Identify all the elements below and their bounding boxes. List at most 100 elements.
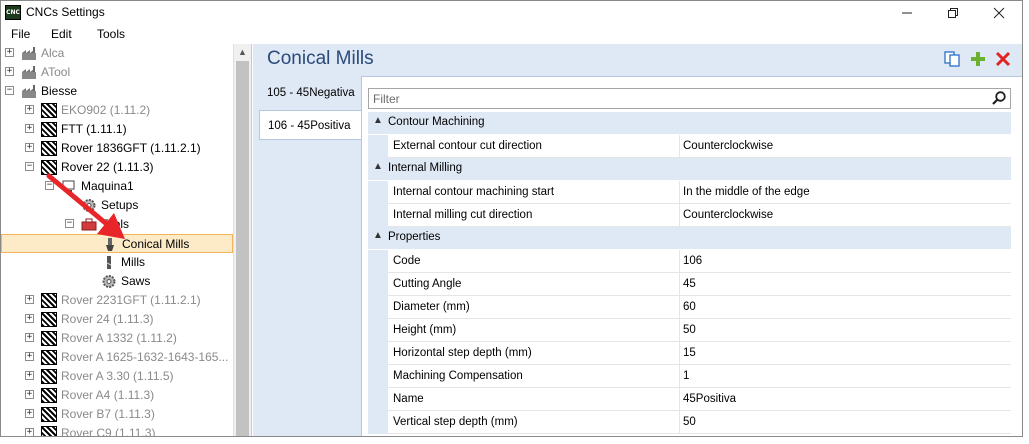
- minimize-icon: [902, 12, 912, 14]
- close-window-button[interactable]: [976, 1, 1022, 24]
- tree-item-label: Setups: [101, 198, 139, 212]
- tree-item-label: Rover C9 (1.11.3): [61, 426, 156, 437]
- property-name: Height (mm): [388, 319, 680, 342]
- scroll-up-icon[interactable]: ▲: [238, 47, 247, 57]
- expander-icon[interactable]: +: [25, 295, 34, 304]
- tree-item[interactable]: + Rover B7 (1.11.3): [1, 405, 233, 424]
- row-margin: [368, 342, 388, 365]
- minimize-button[interactable]: [884, 1, 930, 24]
- delete-button[interactable]: [994, 50, 1012, 68]
- expander-icon[interactable]: +: [5, 67, 14, 76]
- tree-item[interactable]: − Maquina1: [1, 177, 233, 196]
- property-row[interactable]: Height (mm) 50: [368, 319, 1011, 342]
- tree-item[interactable]: Setups: [1, 196, 233, 215]
- property-row[interactable]: Name 45Positiva: [368, 388, 1011, 411]
- expander-icon[interactable]: +: [25, 428, 34, 436]
- property-value[interactable]: 1: [680, 365, 1011, 388]
- menu-file[interactable]: File: [11, 27, 30, 41]
- copy-button[interactable]: [943, 50, 961, 68]
- tree-item[interactable]: + Rover A 3.30 (1.11.5): [1, 367, 233, 386]
- property-row[interactable]: Internal contour machining start In the m…: [368, 181, 1011, 204]
- property-row[interactable]: External contour cut direction Counterclo…: [368, 135, 1011, 158]
- filter-input[interactable]: [369, 89, 969, 108]
- expander-icon[interactable]: +: [25, 371, 34, 380]
- row-margin: [368, 388, 388, 411]
- expander-icon[interactable]: +: [25, 409, 34, 418]
- tree-item[interactable]: Conical Mills: [1, 234, 233, 253]
- expander-icon[interactable]: +: [25, 105, 34, 114]
- restore-button[interactable]: [930, 1, 976, 24]
- property-row[interactable]: Horizontal step depth (mm) 15: [368, 342, 1011, 365]
- expander-icon[interactable]: +: [25, 314, 34, 323]
- property-value[interactable]: In the middle of the edge: [680, 181, 1011, 204]
- tool-detail-panel: Conical Mills 105 - 45Negativa 106 - 45P…: [253, 44, 1022, 436]
- tree-item[interactable]: + ATool: [1, 63, 233, 82]
- tree-item[interactable]: + Rover A 1332 (1.11.2): [1, 329, 233, 348]
- property-name: Machining Compensation: [388, 365, 680, 388]
- tree-item[interactable]: + Alca: [1, 44, 233, 63]
- tree-item[interactable]: + Rover 2231GFT (1.11.2.1): [1, 291, 233, 310]
- collapse-icon[interactable]: ▲: [373, 230, 383, 241]
- property-row[interactable]: Internal milling cut direction Counterclo…: [368, 204, 1011, 227]
- add-button[interactable]: [969, 50, 987, 68]
- tree-item[interactable]: + FTT (1.11.1): [1, 120, 233, 139]
- expander-icon[interactable]: +: [25, 390, 34, 399]
- property-row[interactable]: Machining Compensation 1: [368, 365, 1011, 388]
- scrollbar-thumb[interactable]: [236, 61, 249, 436]
- machine-icon: [41, 141, 57, 156]
- tree-item[interactable]: + Rover A 1625-1632-1643-165...: [1, 348, 233, 367]
- expander-icon[interactable]: −: [45, 181, 54, 190]
- tree-item-label: Rover 1836GFT (1.11.2.1): [61, 141, 201, 155]
- property-value[interactable]: 50: [680, 411, 1011, 434]
- tree-item[interactable]: Mills: [1, 253, 233, 272]
- property-value[interactable]: 106: [680, 250, 1011, 273]
- property-name: Name: [388, 388, 680, 411]
- property-value[interactable]: 60: [680, 296, 1011, 319]
- tree-item[interactable]: + Rover 1836GFT (1.11.2.1): [1, 139, 233, 158]
- tree-scrollbar[interactable]: ▲: [233, 44, 251, 436]
- menu-bar: File Edit Tools: [1, 24, 1022, 44]
- property-row[interactable]: Diameter (mm) 60: [368, 296, 1011, 319]
- tree-item[interactable]: − Rover 22 (1.11.3): [1, 158, 233, 177]
- property-value[interactable]: 50: [680, 319, 1011, 342]
- collapse-icon[interactable]: ▲: [373, 161, 383, 172]
- collapse-icon[interactable]: ▲: [373, 115, 383, 126]
- tree-item-label: Maquina1: [81, 179, 134, 193]
- machine-icon: [41, 331, 57, 346]
- tree-item[interactable]: Saws: [1, 272, 233, 291]
- tab-105-45negativa[interactable]: 105 - 45Negativa: [259, 78, 361, 108]
- property-value[interactable]: 15: [680, 342, 1011, 365]
- expander-icon[interactable]: +: [25, 333, 34, 342]
- expander-icon[interactable]: −: [65, 219, 74, 228]
- tab-106-45positiva[interactable]: 106 - 45Positiva: [259, 110, 361, 140]
- property-value[interactable]: Counterclockwise: [680, 135, 1011, 158]
- property-value[interactable]: 45: [680, 273, 1011, 296]
- tree-item[interactable]: + Rover C9 (1.11.3): [1, 424, 233, 437]
- property-value[interactable]: Counterclockwise: [680, 204, 1011, 227]
- tree-item[interactable]: + EKO902 (1.11.2): [1, 101, 233, 120]
- expander-icon[interactable]: +: [25, 143, 34, 152]
- tree-item[interactable]: − Tools: [1, 215, 233, 234]
- expander-icon[interactable]: −: [5, 86, 14, 95]
- menu-edit[interactable]: Edit: [51, 27, 72, 41]
- category-row[interactable]: ▲ Internal Milling: [368, 158, 1011, 180]
- property-value[interactable]: 45Positiva: [680, 388, 1011, 411]
- expander-icon[interactable]: +: [5, 48, 14, 57]
- tree-item[interactable]: + Rover 24 (1.11.3): [1, 310, 233, 329]
- category-row[interactable]: ▲ Properties: [368, 227, 1011, 249]
- property-row[interactable]: Cutting Angle 45: [368, 273, 1011, 296]
- tree-item[interactable]: − Biesse: [1, 82, 233, 101]
- tree-item-label: FTT (1.11.1): [61, 122, 127, 136]
- property-name: External contour cut direction: [388, 135, 680, 158]
- property-row[interactable]: Vertical step depth (mm) 50: [368, 411, 1011, 434]
- expander-icon[interactable]: +: [25, 124, 34, 133]
- category-row[interactable]: ▲ Contour Machining: [368, 112, 1011, 134]
- expander-icon[interactable]: +: [25, 352, 34, 361]
- property-row[interactable]: Code 106: [368, 250, 1011, 273]
- tree-item[interactable]: + Rover A4 (1.11.3): [1, 386, 233, 405]
- search-icon[interactable]: [991, 90, 1007, 106]
- property-name: Code: [388, 250, 680, 273]
- cnc-settings-window: CNC CNCs Settings File Edit Tools + Alca +…: [0, 0, 1023, 437]
- expander-icon[interactable]: −: [25, 162, 34, 171]
- menu-tools[interactable]: Tools: [97, 27, 125, 41]
